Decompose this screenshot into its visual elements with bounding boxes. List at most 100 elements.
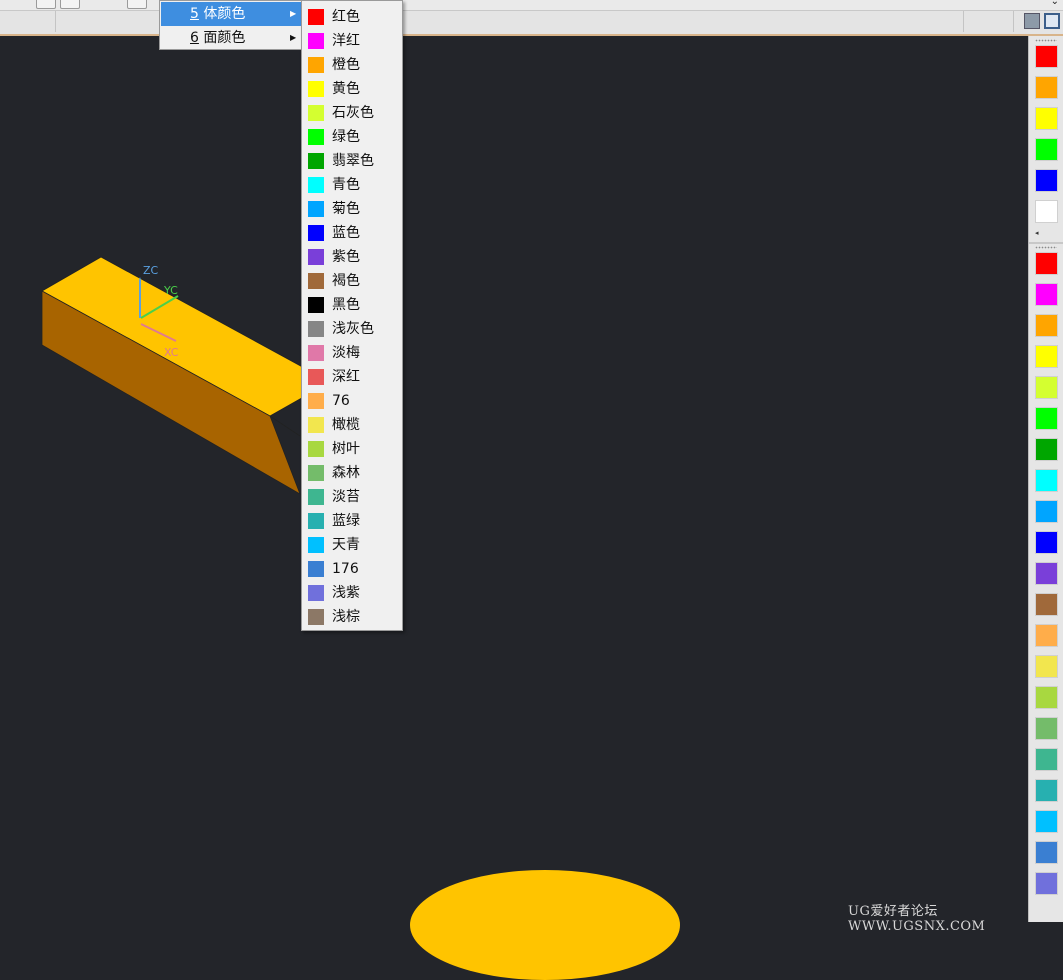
palette-swatch[interactable] <box>1035 686 1058 709</box>
submenu-arrow-icon: ▶ <box>290 9 297 18</box>
color-menu-item[interactable]: 蓝色 <box>303 221 401 245</box>
color-swatch <box>308 105 324 121</box>
palette-swatch[interactable] <box>1035 45 1058 68</box>
color-swatch <box>308 153 324 169</box>
color-label: 绿色 <box>332 129 360 145</box>
menu-item-label: 5 体颜色 <box>190 6 246 22</box>
color-swatch <box>308 537 324 553</box>
palette-scroll-left-icon[interactable]: ◂ <box>1035 229 1039 237</box>
palette-swatch[interactable] <box>1035 438 1058 461</box>
menu-item-face-color[interactable]: 6 面颜色 ▶ <box>161 26 301 50</box>
color-label: 176 <box>332 561 359 577</box>
color-menu-item[interactable]: 浅棕 <box>303 605 401 629</box>
palette-swatch[interactable] <box>1035 779 1058 802</box>
color-label: 浅灰色 <box>332 321 374 337</box>
color-swatch <box>308 225 324 241</box>
color-menu-item[interactable]: 橙色 <box>303 53 401 77</box>
color-label: 石灰色 <box>332 105 374 121</box>
palette-swatch[interactable] <box>1035 748 1058 771</box>
color-label: 天青 <box>332 537 360 553</box>
color-menu-item[interactable]: 天青 <box>303 533 401 557</box>
menu-item-body-color[interactable]: 5 体颜色 ▶ <box>161 2 301 26</box>
palette-swatch[interactable] <box>1035 283 1058 306</box>
color-menu-item[interactable]: 176 <box>303 557 401 581</box>
palette-grip[interactable] <box>1035 39 1057 42</box>
palette-swatch[interactable] <box>1035 169 1058 192</box>
color-swatch <box>308 9 324 25</box>
color-palette-bar: ◂ <box>1028 36 1063 922</box>
palette-swatch[interactable] <box>1035 593 1058 616</box>
palette-swatch[interactable] <box>1035 252 1058 275</box>
color-menu-item[interactable]: 淡梅 <box>303 341 401 365</box>
color-label: 蓝色 <box>332 225 360 241</box>
color-menu-item[interactable]: 菊色 <box>303 197 401 221</box>
zc-axis <box>139 277 141 318</box>
toolbar-button[interactable] <box>127 0 147 9</box>
toolbar-separator <box>1013 11 1014 32</box>
color-swatch <box>308 489 324 505</box>
palette-swatch[interactable] <box>1035 469 1058 492</box>
solid-body[interactable]: ZC YC XC <box>0 36 1028 922</box>
color-swatch <box>308 585 324 601</box>
toolbar-separator <box>963 11 964 32</box>
palette-swatch[interactable] <box>1035 314 1058 337</box>
color-swatch <box>308 81 324 97</box>
zc-label: ZC <box>143 264 159 277</box>
graphics-viewport[interactable]: ZC YC XC <box>0 36 1028 922</box>
color-label: 黑色 <box>332 297 360 313</box>
color-swatch <box>308 513 324 529</box>
color-menu-item[interactable]: 翡翠色 <box>303 149 401 173</box>
palette-grip[interactable] <box>1035 246 1057 249</box>
color-menu-item[interactable]: 浅紫 <box>303 581 401 605</box>
palette-swatch[interactable] <box>1035 655 1058 678</box>
toolbar-button[interactable] <box>60 0 80 9</box>
color-menu-item[interactable]: 红色 <box>303 5 401 29</box>
color-menu-item[interactable]: 淡苔 <box>303 485 401 509</box>
palette-swatch[interactable] <box>1035 107 1058 130</box>
palette-swatch[interactable] <box>1035 376 1058 399</box>
color-label: 青色 <box>332 177 360 193</box>
color-menu-item[interactable]: 橄榄 <box>303 413 401 437</box>
color-swatch <box>308 57 324 73</box>
yc-label: YC <box>163 284 178 297</box>
palette-divider <box>1029 242 1063 244</box>
color-menu-item[interactable]: 深红 <box>303 365 401 389</box>
color-menu-item[interactable]: 石灰色 <box>303 101 401 125</box>
palette-swatch[interactable] <box>1035 562 1058 585</box>
palette-swatch[interactable] <box>1035 841 1058 864</box>
palette-swatch[interactable] <box>1035 717 1058 740</box>
edit-object-display-submenu: 5 体颜色 ▶ 6 面颜色 ▶ <box>159 0 303 50</box>
color-menu-item[interactable]: 青色 <box>303 173 401 197</box>
color-swatch <box>308 345 324 361</box>
toolbar-button[interactable] <box>36 0 56 9</box>
palette-swatch[interactable] <box>1035 500 1058 523</box>
palette-swatch[interactable] <box>1035 76 1058 99</box>
palette-swatch[interactable] <box>1035 624 1058 647</box>
palette-swatch[interactable] <box>1035 200 1058 223</box>
color-menu-item[interactable]: 绿色 <box>303 125 401 149</box>
color-menu-item[interactable]: 洋红 <box>303 29 401 53</box>
color-menu-item[interactable]: 蓝绿 <box>303 509 401 533</box>
fit-view-icon[interactable] <box>1044 13 1060 29</box>
color-label: 褐色 <box>332 273 360 289</box>
grid-view-icon[interactable] <box>1024 13 1040 29</box>
color-menu-item[interactable]: 黄色 <box>303 77 401 101</box>
submenu-arrow-icon: ▶ <box>290 33 297 42</box>
color-menu-item[interactable]: 森林 <box>303 461 401 485</box>
palette-swatch[interactable] <box>1035 531 1058 554</box>
color-menu-item[interactable]: 褐色 <box>303 269 401 293</box>
color-menu-item[interactable]: 树叶 <box>303 437 401 461</box>
palette-swatch[interactable] <box>1035 138 1058 161</box>
xc-label: XC <box>164 346 179 359</box>
color-menu-item[interactable]: 紫色 <box>303 245 401 269</box>
color-swatch <box>308 465 324 481</box>
solid-ellipse[interactable] <box>410 870 680 980</box>
palette-swatch[interactable] <box>1035 872 1058 895</box>
palette-swatch[interactable] <box>1035 345 1058 368</box>
color-menu-item[interactable]: 浅灰色 <box>303 317 401 341</box>
palette-swatch[interactable] <box>1035 407 1058 430</box>
chevron-down-icon[interactable]: ⌄ <box>1051 0 1059 7</box>
color-menu-item[interactable]: 黑色 <box>303 293 401 317</box>
palette-swatch[interactable] <box>1035 810 1058 833</box>
color-menu-item[interactable]: 76 <box>303 389 401 413</box>
